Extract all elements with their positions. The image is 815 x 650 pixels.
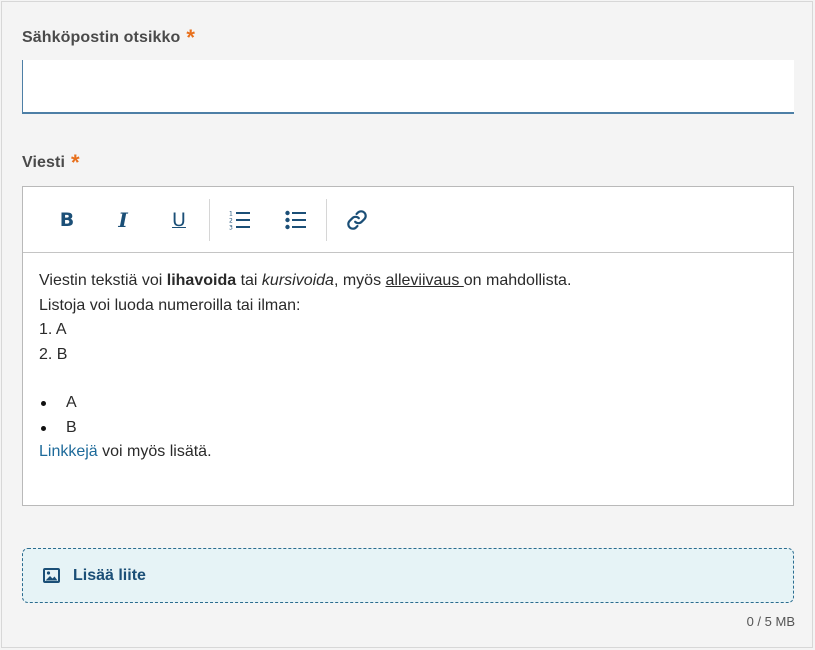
link-icon [347,209,367,230]
content-line: Viestin tekstiä voi lihavoida tai kursiv… [39,269,777,294]
image-icon [43,568,60,583]
toolbar-separator [326,198,327,241]
text-run: , myös [333,272,386,289]
required-marker: * [71,150,80,175]
subject-label-text: Sähköpostin otsikko [22,29,181,46]
add-attachment-label: Lisää liite [73,566,146,584]
italic-text: kursivoida [261,272,334,289]
editor-content[interactable]: Viestin tekstiä voi lihavoida tai kursiv… [23,253,793,481]
required-marker: * [186,25,196,50]
toolbar-separator [209,198,210,241]
subject-label: Sähköpostin otsikko * [22,22,196,50]
bullet-list-button[interactable] [268,200,324,240]
svg-text:2: 2 [229,217,233,224]
ordered-item: 1. A [39,321,67,338]
message-label-text: Viesti [22,154,65,171]
ordered-item: 2. B [39,345,68,363]
bullet-item: B [39,416,777,441]
text-run: voi myös lisätä. [97,443,212,460]
subject-input[interactable] [22,60,794,114]
svg-text:1: 1 [229,210,233,217]
italic-button[interactable]: I [95,200,151,240]
bold-text: lihavoida [166,272,237,289]
content-line: Listoja voi luoda numeroilla tai ilman: [39,296,301,314]
ordered-list-button[interactable]: 1 2 3 [212,200,268,240]
bullet-list-icon [285,210,306,229]
bold-button[interactable]: B [39,200,95,240]
underlined-text: alleviivaus [385,272,464,289]
text-run: Viestin tekstiä voi [39,272,167,289]
add-attachment-button[interactable]: Lisää liite [22,548,794,603]
text-run: on mahdollista. [463,272,572,289]
bullet-item: A [39,391,777,416]
content-line: Linkkejä voi myös lisätä. [39,440,777,465]
content-link[interactable]: Linkkejä [39,443,98,460]
editor-toolbar: B I U 1 2 3 [23,187,793,253]
svg-text:3: 3 [229,224,233,231]
message-editor: B I U 1 2 3 Viestin tekstiä voi lihavoid… [22,186,794,506]
link-button[interactable] [329,200,385,240]
bullet-list: A B [39,391,777,440]
text-run: tai [236,272,262,289]
message-label: Viesti * [22,147,80,175]
attachment-size-info: 0 / 5 MB [746,614,795,629]
ordered-list-icon: 1 2 3 [229,210,250,231]
underline-button[interactable]: U [151,200,207,240]
